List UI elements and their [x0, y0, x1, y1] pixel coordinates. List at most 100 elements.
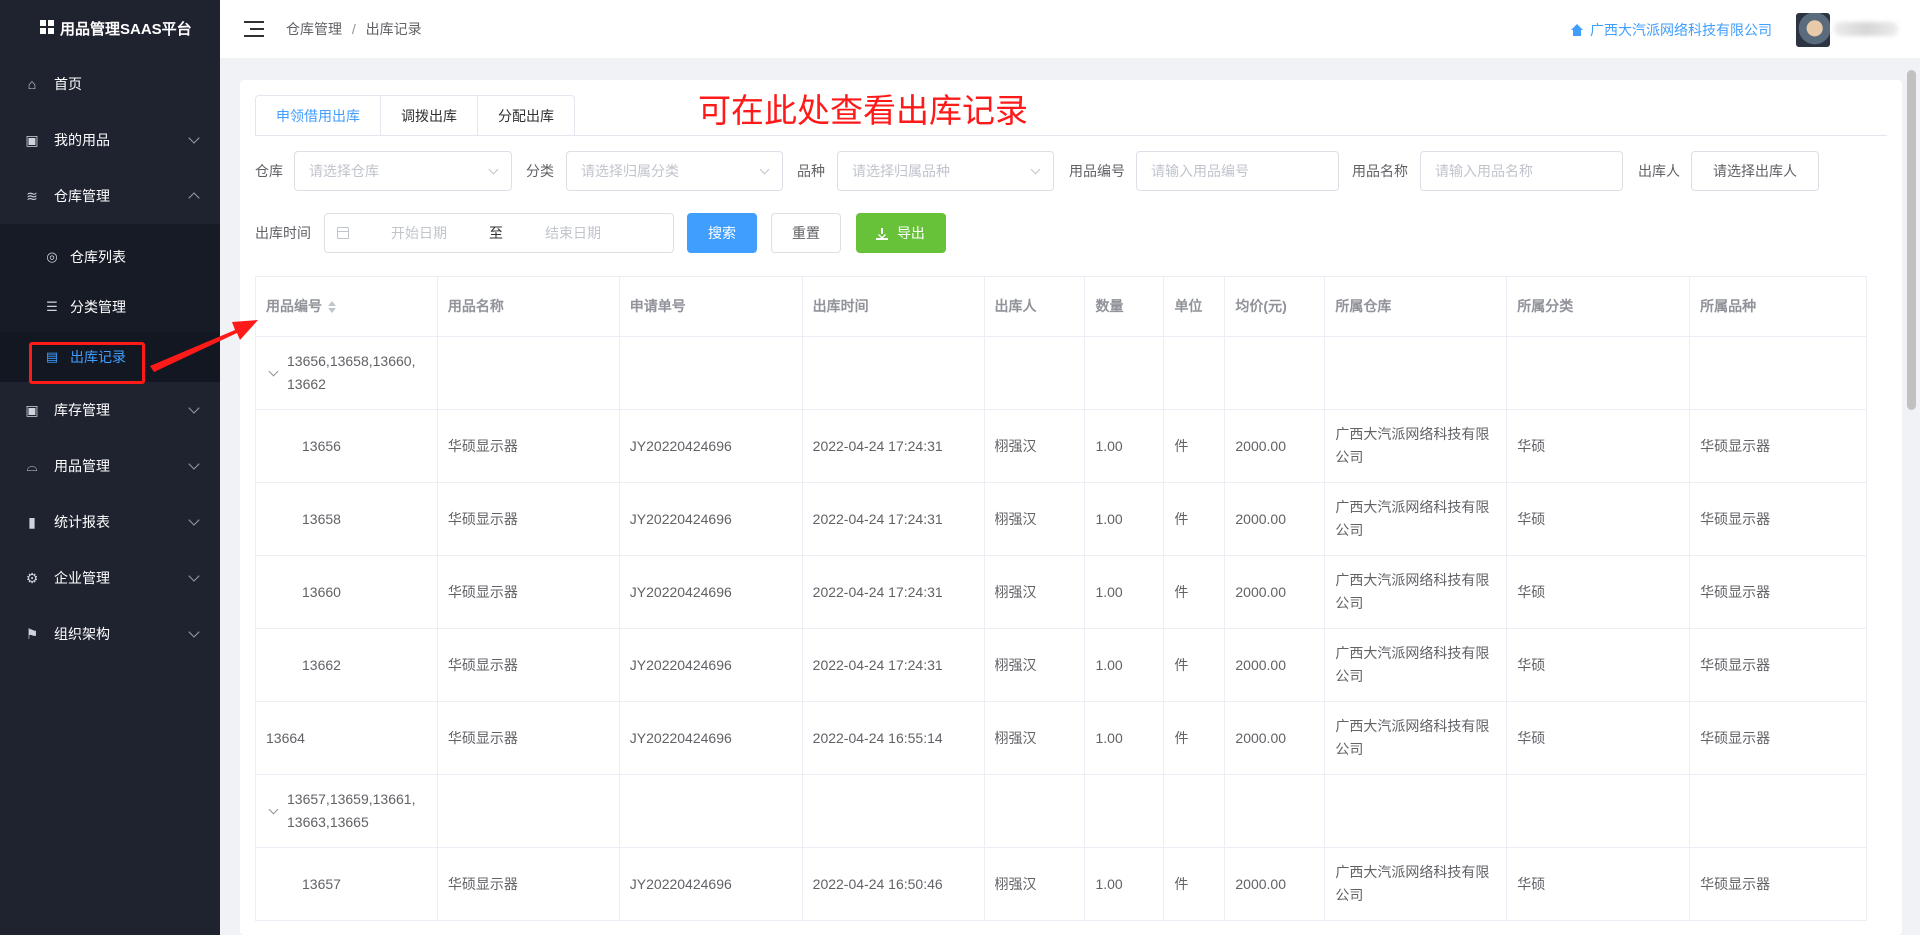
sidebar-item-organization[interactable]: ⚑ 组织架构 [0, 606, 220, 662]
table-row[interactable]: 13657 华硕显示器 JY20220424696 2022-04-24 16:50:… [256, 848, 1867, 921]
sidebar-item-label: 企业管理 [54, 570, 110, 586]
cell-unit: 件 [1164, 702, 1226, 774]
cell-warehouse: 广西大汽派网络科技有限公司 [1325, 848, 1508, 920]
cell-issuer [985, 775, 1086, 847]
sidebar: 用品管理SAAS平台 ⌂ 首页 ▣ 我的用品 ≋ 仓库管理 ◎ 仓库列表 ☰ 分… [0, 0, 220, 935]
table-row[interactable]: 13656 华硕显示器 JY20220424696 2022-04-24 17:24:… [256, 410, 1867, 483]
sidebar-item-reports[interactable]: ▮ 统计报表 [0, 494, 220, 550]
tab-allocate-outbound[interactable]: 分配出库 [478, 95, 575, 136]
column-header-code[interactable]: 用品编号 [256, 277, 438, 336]
cell-warehouse: 广西大汽派网络科技有限公司 [1325, 483, 1508, 555]
cell-category: 华硕 [1507, 410, 1691, 482]
tab-bar: 申领借用出库 调拨出库 分配出库 [255, 95, 575, 136]
sidebar-item-outbound-records[interactable]: ▤ 出库记录 [0, 332, 220, 382]
table-row[interactable]: 13664 华硕显示器 JY20220424696 2022-04-24 16:55:… [256, 702, 1867, 775]
sidebar-item-supplies[interactable]: ⌓ 用品管理 [0, 438, 220, 494]
cell-name [438, 775, 620, 847]
cell-time: 2022-04-24 17:24:31 [803, 410, 985, 482]
annotation-text: 可在此处查看出库记录 [698, 91, 1028, 130]
sidebar-item-label: 我的用品 [54, 132, 110, 148]
cell-unit: 件 [1164, 848, 1226, 920]
breadcrumb-current: 出库记录 [365, 21, 422, 37]
date-start-input[interactable]: 开始日期 [391, 214, 447, 252]
chevron-up-icon [188, 192, 200, 204]
sidebar-item-home[interactable]: ⌂ 首页 [0, 56, 220, 112]
scrollbar-thumb[interactable] [1907, 70, 1916, 410]
cell-code: 13657,13659,13661, 13663,13665 [256, 775, 438, 847]
cell-request-no: JY20220424696 [620, 483, 803, 555]
warehouse-select[interactable]: 请选择仓库 [294, 151, 512, 191]
table-row[interactable]: 13658 华硕显示器 JY20220424696 2022-04-24 17:24:… [256, 483, 1867, 556]
cell-time [803, 775, 985, 847]
company-name: 广西大汽派网络科技有限公司 [1590, 22, 1772, 38]
chevron-down-icon [188, 132, 200, 144]
column-header-label: 用品编号 [266, 298, 322, 314]
cell-name: 华硕显示器 [438, 556, 620, 628]
cell-code: 13658 [256, 483, 438, 555]
tab-request-outbound[interactable]: 申领借用出库 [255, 95, 381, 136]
variety-select[interactable]: 请选择归属品种 [837, 151, 1054, 191]
date-separator: 至 [489, 225, 503, 241]
company-switcher[interactable]: 广西大汽派网络科技有限公司 [1570, 20, 1772, 40]
column-header-warehouse: 所属仓库 [1325, 277, 1508, 336]
breadcrumb-parent[interactable]: 仓库管理 [286, 21, 342, 37]
cell-time [803, 337, 985, 409]
avatar[interactable] [1796, 13, 1830, 47]
cell-quantity: 1.00 [1085, 410, 1165, 482]
date-end-input[interactable]: 结束日期 [545, 214, 601, 252]
sidebar-item-label: 仓库列表 [70, 249, 126, 265]
sort-icon[interactable] [328, 300, 336, 313]
export-label: 导出 [896, 225, 925, 241]
table-header-row: 用品编号 用品名称 申请单号 出库时间 出库人 数量 单位 均价(元) 所属仓库… [256, 277, 1867, 337]
page-scrollbar[interactable] [1904, 62, 1918, 935]
sidebar-item-label: 库存管理 [54, 402, 110, 418]
date-range-picker[interactable]: 开始日期 至 结束日期 [324, 213, 674, 253]
export-button[interactable]: 导出 [856, 213, 946, 253]
column-header-variety: 所属品种 [1690, 277, 1867, 336]
issuer-select-button[interactable]: 请选择出库人 [1691, 151, 1819, 191]
cell-code: 13660 [256, 556, 438, 628]
table-row[interactable]: 13660 华硕显示器 JY20220424696 2022-04-24 17:24:… [256, 556, 1867, 629]
cell-price [1225, 337, 1326, 409]
name-input[interactable]: 请输入用品名称 [1420, 151, 1623, 191]
cell-issuer: 栩强汉 [985, 556, 1086, 628]
sidebar-item-enterprise[interactable]: ⚙ 企业管理 [0, 550, 220, 606]
warehouse-label: 仓库 [255, 163, 283, 179]
table-group-row[interactable]: 13656,13658,13660, 13662 [256, 337, 1867, 410]
sidebar-item-warehouse-list[interactable]: ◎ 仓库列表 [0, 232, 220, 282]
name-label: 用品名称 [1352, 163, 1408, 179]
sidebar-item-my-supplies[interactable]: ▣ 我的用品 [0, 112, 220, 168]
time-label: 出库时间 [255, 225, 311, 241]
cell-price: 2000.00 [1225, 629, 1326, 701]
reset-button[interactable]: 重置 [771, 213, 841, 253]
chevron-down-icon [188, 458, 200, 470]
search-button[interactable]: 搜索 [687, 213, 757, 253]
sliders-icon: ☰ [46, 299, 58, 314]
code-input[interactable]: 请输入用品编号 [1136, 151, 1339, 191]
table-group-row[interactable]: 13657,13659,13661, 13663,13665 [256, 775, 1867, 848]
home-icon [1570, 24, 1584, 36]
cell-category: 华硕 [1507, 702, 1691, 774]
cell-unit: 件 [1164, 556, 1226, 628]
category-select[interactable]: 请选择归属分类 [566, 151, 783, 191]
menu-toggle-icon[interactable] [244, 20, 264, 38]
sidebar-item-category[interactable]: ☰ 分类管理 [0, 282, 220, 332]
column-header-category: 所属分类 [1507, 277, 1691, 336]
outbound-records-table: 用品编号 用品名称 申请单号 出库时间 出库人 数量 单位 均价(元) 所属仓库… [255, 276, 1867, 921]
gear-icon: ⚙ [25, 569, 39, 586]
group-code: 13657,13659,13661, 13663,13665 [287, 791, 416, 830]
document-icon: ▤ [45, 349, 59, 364]
cell-issuer: 栩强汉 [985, 483, 1086, 555]
tab-transfer-outbound[interactable]: 调拨出库 [381, 95, 478, 136]
cell-issuer: 栩强汉 [985, 410, 1086, 482]
expand-chevron-icon[interactable] [268, 804, 279, 814]
expand-chevron-icon[interactable] [268, 366, 279, 376]
cell-quantity: 1.00 [1085, 629, 1165, 701]
sidebar-item-warehouse[interactable]: ≋ 仓库管理 [0, 168, 220, 224]
sidebar-item-label: 分类管理 [70, 299, 126, 315]
table-row[interactable]: 13662 华硕显示器 JY20220424696 2022-04-24 17:24:… [256, 629, 1867, 702]
column-header-quantity: 数量 [1085, 277, 1165, 336]
sidebar-item-inventory[interactable]: ▣ 库存管理 [0, 382, 220, 438]
user-name-blurred[interactable] [1834, 22, 1898, 36]
chevron-down-icon [188, 570, 200, 582]
